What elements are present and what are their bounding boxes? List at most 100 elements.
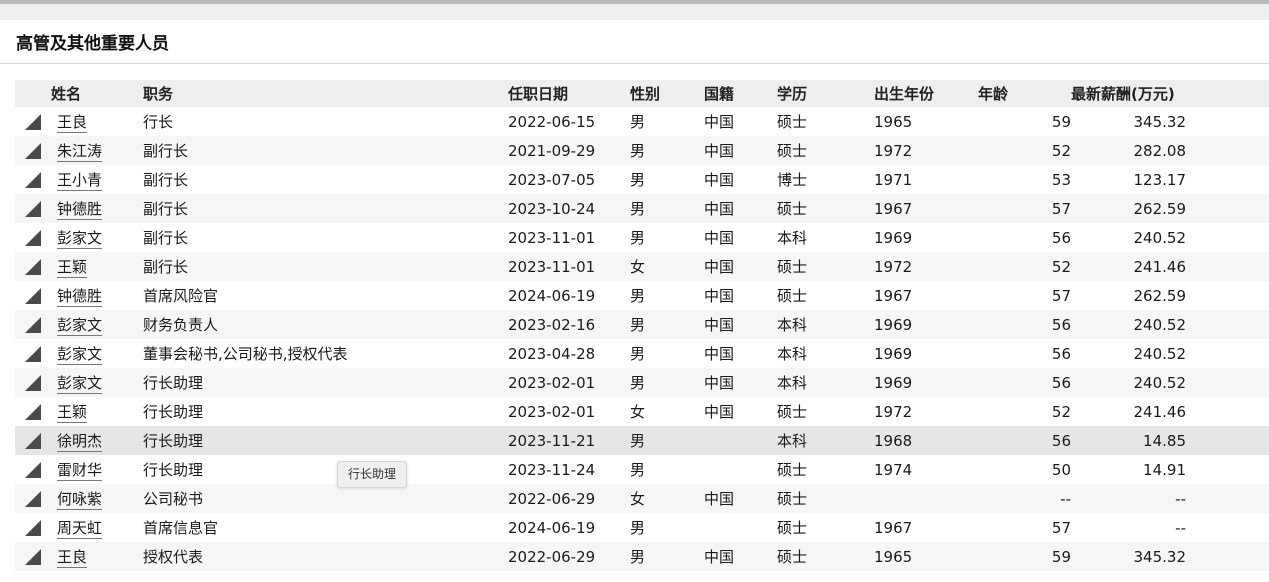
cell-age: 56 — [1051, 373, 1071, 392]
person-name-link[interactable]: 钟德胜 — [57, 200, 103, 220]
table-row[interactable]: 彭家文 董事会秘书,公司秘书,授权代表 2023-04-28 男 中国 本科 1969 56 2… — [15, 339, 1269, 368]
cell-name: 朱江涛 — [51, 136, 143, 165]
cell-date: 2023-07-05 — [508, 170, 596, 189]
table-row[interactable]: 王小青 副行长 2023-07-05 男 中国 博士 1971 53 123.17 — [15, 165, 1269, 194]
table-row[interactable]: 雷财华 行长助理 2023-11-24 男 硕士 1974 50 14.91 — [15, 455, 1269, 484]
cell-salary: 345.32 — [1133, 112, 1187, 131]
expand-toggle[interactable] — [15, 426, 51, 455]
expand-toggle[interactable] — [15, 339, 51, 368]
person-name-link[interactable]: 彭家文 — [57, 316, 103, 336]
cell-birth-year: 1969 — [874, 373, 913, 392]
cell-date: 2023-11-01 — [508, 257, 596, 276]
cell-role: 副行长 — [143, 200, 189, 218]
cell-name: 彭家文 — [51, 223, 143, 252]
cell-nationality: 中国 — [704, 548, 735, 566]
cell-birth-year: 1965 — [874, 547, 913, 566]
table-row[interactable]: 何咏紫 公司秘书 2022-06-29 女 中国 硕士 -- -- — [15, 484, 1269, 513]
cell-age: 56 — [1051, 228, 1071, 247]
expand-toggle[interactable] — [15, 542, 51, 571]
cell-birth-year: 1969 — [874, 315, 913, 334]
triangle-icon — [25, 433, 41, 449]
cell-age: 52 — [1051, 257, 1071, 276]
table-row[interactable]: 徐明杰 行长助理 2023-11-21 男 本科 1968 56 14.85 — [15, 426, 1269, 455]
cell-salary: 240.52 — [1133, 373, 1187, 392]
person-name-link[interactable]: 雷财华 — [57, 461, 103, 481]
cell-salary: 345.32 — [1133, 547, 1187, 566]
cell-birth-year: 1967 — [874, 199, 913, 218]
cell-education: 本科 — [777, 374, 808, 392]
cell-filler — [1186, 339, 1269, 368]
table-row[interactable]: 彭家文 副行长 2023-11-01 男 中国 本科 1969 56 240.52 — [15, 223, 1269, 252]
person-name-link[interactable]: 王颖 — [57, 258, 88, 278]
table-row[interactable]: 彭家文 财务负责人 2023-02-16 男 中国 本科 1969 56 240.52 — [15, 310, 1269, 339]
cell-birth-year — [874, 484, 978, 513]
person-name-link[interactable]: 钟德胜 — [57, 287, 103, 307]
person-name-link[interactable]: 周天虹 — [57, 519, 103, 539]
triangle-icon — [25, 317, 41, 333]
cell-nationality: 中国 — [704, 171, 735, 189]
cell-name: 彭家文 — [51, 339, 143, 368]
cell-birth-year: 1967 — [874, 518, 913, 537]
expand-toggle[interactable] — [15, 397, 51, 426]
expand-toggle[interactable] — [15, 310, 51, 339]
cell-role: 行长助理 — [143, 461, 204, 479]
expand-toggle[interactable] — [15, 107, 51, 136]
table-row[interactable]: 钟德胜 首席风险官 2024-06-19 男 中国 硕士 1967 57 262.59 — [15, 281, 1269, 310]
cell-date: 2023-10-24 — [508, 199, 596, 218]
table-row[interactable]: 王颖 副行长 2023-11-01 女 中国 硕士 1972 52 241.46 — [15, 252, 1269, 281]
cell-education: 硕士 — [777, 142, 808, 160]
cell-sex: 男 — [630, 374, 646, 392]
person-name-link[interactable]: 彭家文 — [57, 374, 103, 394]
expand-toggle[interactable] — [15, 136, 51, 165]
cell-filler — [1186, 107, 1269, 136]
cell-nationality: 中国 — [704, 113, 735, 131]
table-row[interactable]: 彭家文 行长助理 2023-02-01 男 中国 本科 1969 56 240.52 — [15, 368, 1269, 397]
cell-age: 50 — [1051, 460, 1071, 479]
cell-birth-year: 1974 — [874, 460, 913, 479]
cell-filler — [1186, 397, 1269, 426]
expand-toggle[interactable] — [15, 194, 51, 223]
cell-name: 雷财华 — [51, 455, 143, 484]
person-name-link[interactable]: 彭家文 — [57, 229, 103, 249]
executives-table: 姓名 职务 任职日期 性别 国籍 学历 出生年份 年龄 最新薪酬(万元) 王良行… — [15, 80, 1269, 571]
expand-toggle[interactable] — [15, 484, 51, 513]
person-name-link[interactable]: 彭家文 — [57, 345, 103, 365]
cell-salary: -- — [1175, 518, 1186, 537]
cell-name: 钟德胜 — [51, 281, 143, 310]
cell-role: 首席信息官 — [143, 519, 219, 537]
table-row[interactable]: 朱江涛 副行长 2021-09-29 男 中国 硕士 1972 52 282.08 — [15, 136, 1269, 165]
expand-toggle[interactable] — [15, 223, 51, 252]
table-row[interactable]: 王良 授权代表 2022-06-29 男 中国 硕士 1965 59 345.32 — [15, 542, 1269, 571]
expand-toggle[interactable] — [15, 281, 51, 310]
cell-date: 2023-04-28 — [508, 344, 596, 363]
expand-toggle[interactable] — [15, 455, 51, 484]
person-name-link[interactable]: 王颖 — [57, 403, 88, 423]
cell-age: 57 — [1051, 286, 1071, 305]
person-name-link[interactable]: 朱江涛 — [57, 142, 103, 162]
person-name-link[interactable]: 徐明杰 — [57, 432, 103, 452]
cell-salary: 14.85 — [1143, 431, 1186, 450]
person-name-link[interactable]: 何咏紫 — [57, 490, 103, 510]
cell-role: 行长助理 — [143, 432, 204, 450]
cell-age: 52 — [1051, 402, 1071, 421]
table-row[interactable]: 王颖 行长助理 2023-02-01 女 中国 硕士 1972 52 241.46 — [15, 397, 1269, 426]
expand-toggle[interactable] — [15, 513, 51, 542]
table-header-row: 姓名 职务 任职日期 性别 国籍 学历 出生年份 年龄 最新薪酬(万元) — [15, 80, 1269, 107]
table-row[interactable]: 王良 行长 2022-06-15 男 中国 硕士 1965 59 345.32 — [15, 107, 1269, 136]
header-salary: 最新薪酬(万元) — [1071, 85, 1175, 103]
cell-age: 53 — [1051, 170, 1071, 189]
cell-sex: 女 — [630, 490, 646, 508]
expand-toggle[interactable] — [15, 165, 51, 194]
expand-toggle[interactable] — [15, 368, 51, 397]
header-spacer — [15, 80, 51, 107]
table-row[interactable]: 钟德胜 副行长 2023-10-24 男 中国 硕士 1967 57 262.59 — [15, 194, 1269, 223]
expand-toggle[interactable] — [15, 252, 51, 281]
person-name-link[interactable]: 王小青 — [57, 171, 103, 191]
cell-filler — [1186, 136, 1269, 165]
cell-date: 2023-02-16 — [508, 315, 596, 334]
section-title: 高管及其他重要人员 — [16, 34, 169, 54]
table-row[interactable]: 周天虹 首席信息官 2024-06-19 男 硕士 1967 57 -- — [15, 513, 1269, 542]
cell-name: 周天虹 — [51, 513, 143, 542]
person-name-link[interactable]: 王良 — [57, 548, 88, 568]
person-name-link[interactable]: 王良 — [57, 113, 88, 133]
